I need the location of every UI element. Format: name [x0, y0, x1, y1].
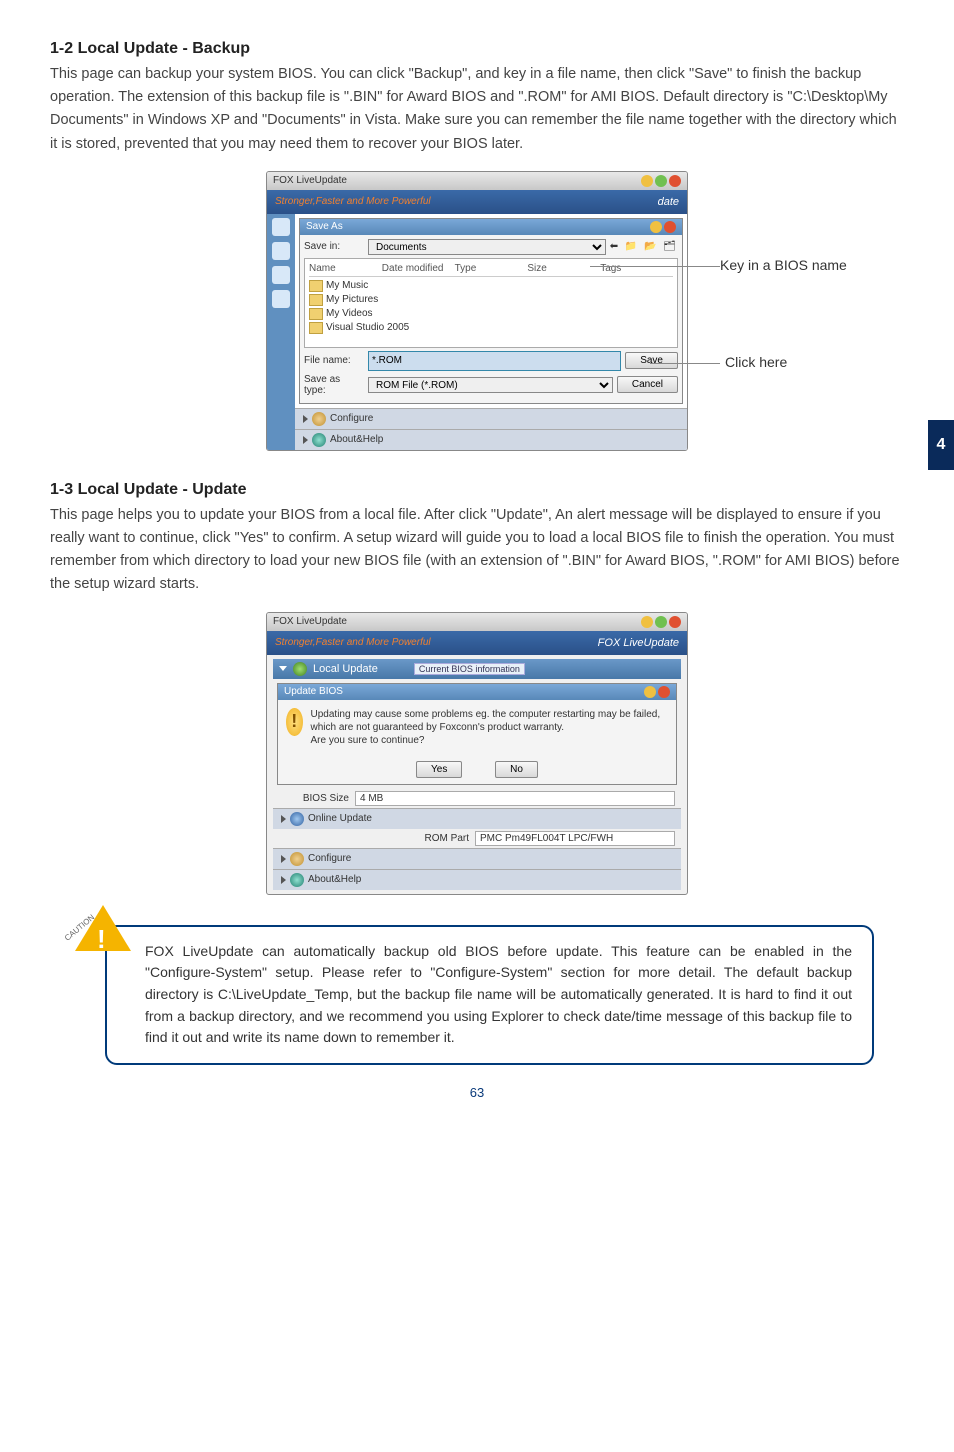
col-size[interactable]: Size — [527, 263, 600, 274]
folder-item[interactable]: My Music — [309, 279, 673, 293]
save-as-dialog: Save As Save in: Documents ⬅ 📁 📂 🗂 Name … — [299, 218, 683, 404]
col-tags[interactable]: Tags — [600, 263, 673, 274]
app-logo: FOX LiveUpdate — [598, 637, 679, 649]
close-icon[interactable] — [658, 686, 670, 698]
sidebar-icons — [267, 214, 295, 450]
yes-button[interactable]: Yes — [416, 761, 462, 778]
expand-configure[interactable]: Configure — [295, 408, 687, 429]
close-icon[interactable] — [664, 221, 676, 233]
savetype-select[interactable]: ROM File (*.ROM) — [368, 377, 613, 393]
minimize-icon[interactable] — [641, 616, 653, 628]
savetype-label: Save as type: — [304, 374, 364, 396]
local-update-label[interactable]: Local Update — [313, 663, 378, 675]
globe-icon — [290, 812, 304, 826]
save-in-label: Save in: — [304, 241, 364, 252]
col-type[interactable]: Type — [455, 263, 528, 274]
maximize-icon[interactable] — [655, 175, 667, 187]
callout-key-in-name: Key in a BIOS name — [720, 257, 847, 273]
folder-icon — [309, 280, 323, 292]
close-icon[interactable] — [669, 175, 681, 187]
sidebar-icon[interactable] — [272, 266, 290, 284]
folder-icon — [309, 322, 323, 334]
minimize-icon[interactable] — [641, 175, 653, 187]
sidebar-icon[interactable] — [272, 290, 290, 308]
gear-icon — [312, 412, 326, 426]
sidebar-icon[interactable] — [272, 242, 290, 260]
folder-item[interactable]: My Pictures — [309, 293, 673, 307]
gear-icon — [290, 852, 304, 866]
filename-input[interactable] — [368, 351, 621, 371]
callout-line — [590, 266, 720, 267]
warning-triangle-icon — [75, 905, 131, 951]
update-icon — [293, 662, 307, 676]
app-title: FOX LiveUpdate — [273, 616, 347, 627]
chapter-side-tab: 4 — [928, 420, 954, 470]
section-1-2-heading: 1-2 Local Update - Backup — [50, 40, 904, 58]
chevron-right-icon — [303, 436, 308, 444]
bios-size-value: 4 MB — [355, 791, 675, 806]
app-title: FOX LiveUpdate — [273, 175, 347, 186]
msgbox-title: Update BIOS — [284, 686, 343, 698]
bios-size-label: BIOS Size — [279, 793, 349, 804]
section-1-2-body: This page can backup your system BIOS. Y… — [50, 63, 904, 156]
app-logo-partial: date — [658, 196, 679, 208]
chevron-right-icon — [281, 855, 286, 863]
page-number: 63 — [50, 1085, 904, 1100]
callout-line — [650, 363, 720, 364]
close-icon[interactable] — [669, 616, 681, 628]
sidebar-icon[interactable] — [272, 218, 290, 236]
update-confirm-dialog: Update BIOS ! Updating may cause some pr… — [277, 683, 677, 785]
section-1-3-heading: 1-3 Local Update - Update — [50, 481, 904, 499]
help-icon — [312, 433, 326, 447]
filename-label: File name: — [304, 355, 364, 366]
file-list[interactable]: Name Date modified Type Size Tags My Mus… — [304, 258, 678, 348]
col-name[interactable]: Name — [309, 263, 382, 274]
save-as-screenshot: FOX LiveUpdate Stronger,Faster and More … — [266, 171, 688, 451]
no-button[interactable]: No — [495, 761, 538, 778]
folder-item[interactable]: Visual Studio 2005 — [309, 321, 673, 335]
expand-about[interactable]: About&Help — [273, 869, 681, 890]
folder-icon — [309, 308, 323, 320]
save-button[interactable]: Save — [625, 352, 678, 369]
expand-configure[interactable]: Configure — [273, 848, 681, 869]
window-controls — [641, 175, 681, 187]
msgbox-text: Updating may cause some problems eg. the… — [311, 708, 668, 747]
folder-item[interactable]: My Videos — [309, 307, 673, 321]
dialog-title: Save As — [306, 221, 343, 232]
group-label: Current BIOS information — [414, 663, 525, 675]
app-slogan: Stronger,Faster and More Powerful — [275, 637, 431, 648]
caution-box: CAUTION FOX LiveUpdate can automatically… — [105, 925, 874, 1065]
section-1-3-body: This page helps you to update your BIOS … — [50, 504, 904, 597]
chevron-right-icon — [281, 876, 286, 884]
caution-text: FOX LiveUpdate can automatically backup … — [145, 943, 852, 1046]
minimize-icon[interactable] — [650, 221, 662, 233]
app-slogan: Stronger,Faster and More Powerful — [275, 196, 431, 207]
maximize-icon[interactable] — [655, 616, 667, 628]
rom-part-value: PMC Pm49FL004T LPC/FWH — [475, 831, 675, 846]
save-in-select[interactable]: Documents — [368, 239, 606, 255]
help-icon — [290, 873, 304, 887]
expand-about[interactable]: About&Help — [295, 429, 687, 450]
warning-icon: ! — [286, 708, 303, 736]
window-controls — [641, 616, 681, 628]
minimize-icon[interactable] — [644, 686, 656, 698]
col-date[interactable]: Date modified — [382, 263, 455, 274]
rom-part-label: ROM Part — [399, 833, 469, 844]
chevron-right-icon — [281, 815, 286, 823]
folder-icon — [309, 294, 323, 306]
toolbar-icons[interactable]: ⬅ 📁 📂 🗂 — [610, 241, 678, 252]
cancel-button[interactable]: Cancel — [617, 376, 678, 393]
chevron-right-icon — [303, 415, 308, 423]
callout-click-here: Click here — [725, 354, 787, 370]
expand-online-update[interactable]: Online Update — [273, 808, 681, 829]
chevron-down-icon[interactable] — [279, 666, 287, 671]
update-bios-screenshot: FOX LiveUpdate Stronger,Faster and More … — [266, 612, 688, 895]
